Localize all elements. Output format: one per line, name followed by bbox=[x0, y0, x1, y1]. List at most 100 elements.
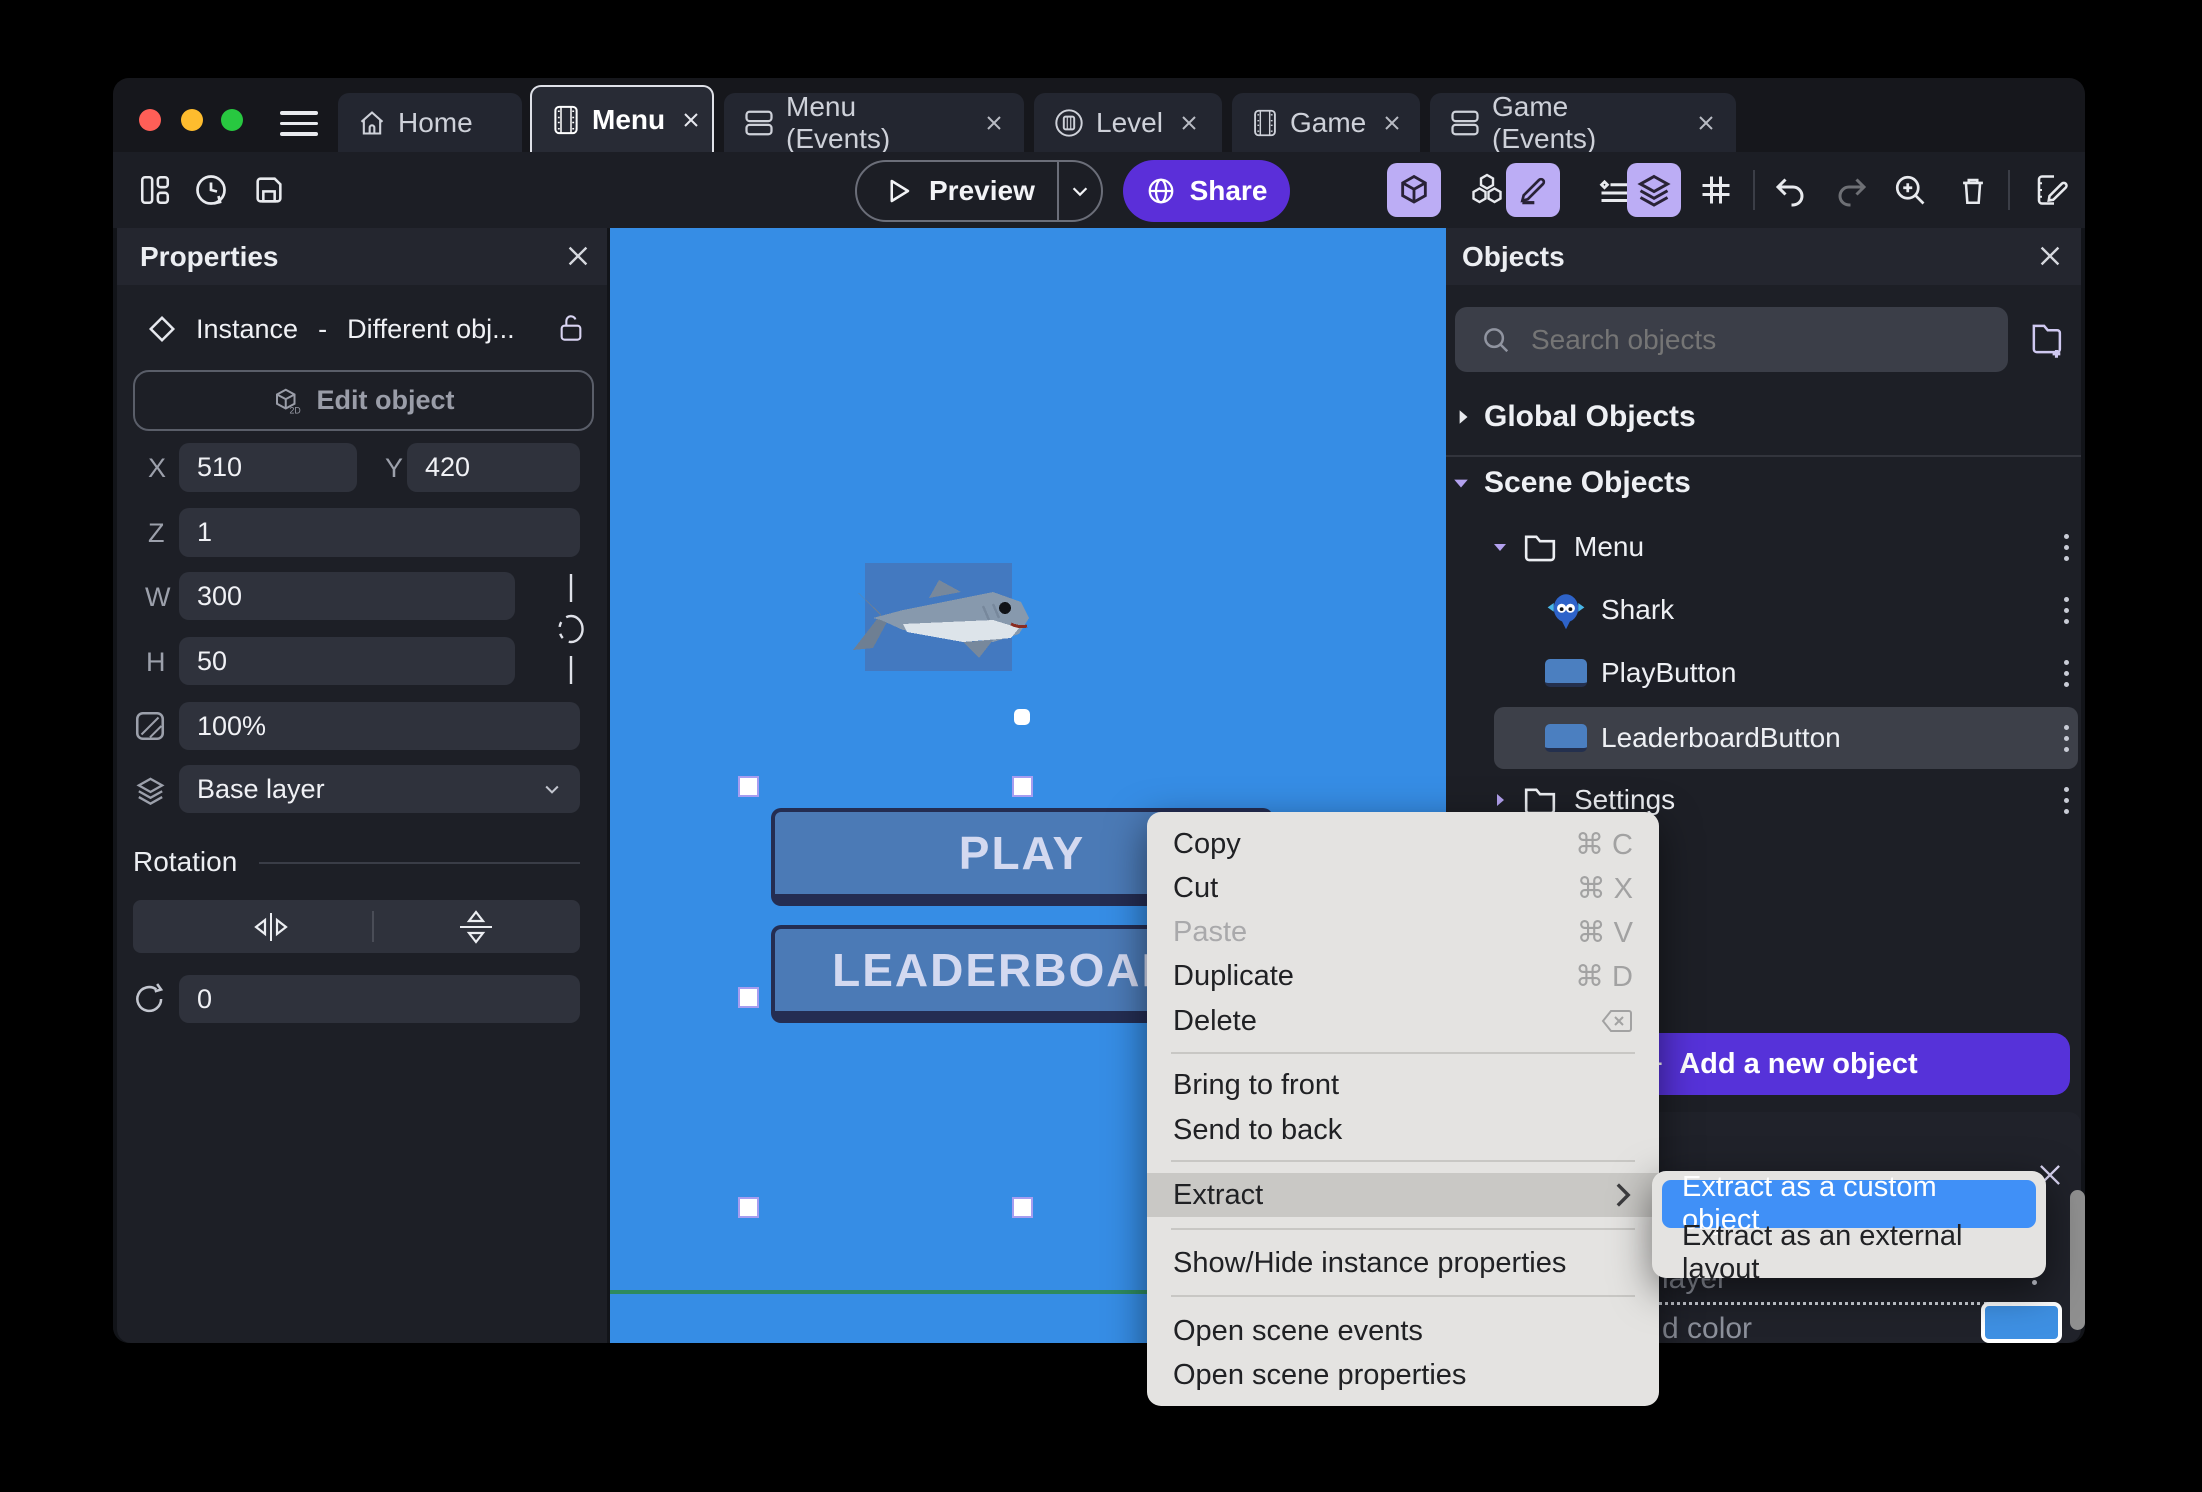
menu-item-copy[interactable]: Copy ⌘ C bbox=[1147, 822, 1659, 866]
tab-game-events[interactable]: Game (Events) bbox=[1430, 91, 1736, 154]
delete-button[interactable] bbox=[1955, 172, 1991, 208]
kebab-menu-icon[interactable] bbox=[2064, 533, 2069, 561]
close-window-button[interactable] bbox=[139, 109, 161, 131]
objects-close-button[interactable] bbox=[2035, 241, 2065, 271]
background-color-swatch[interactable] bbox=[1981, 1302, 2062, 1343]
flip-horizontal-icon[interactable] bbox=[251, 911, 291, 943]
tab-label: Menu (Events) bbox=[786, 90, 891, 154]
objects-title: Objects bbox=[1462, 240, 1565, 272]
preview-button[interactable]: Preview bbox=[855, 160, 1103, 222]
zoom-in-button[interactable] bbox=[1892, 172, 1928, 208]
kebab-menu-icon[interactable] bbox=[2064, 724, 2069, 752]
edit-scene-properties-button[interactable] bbox=[2033, 172, 2069, 208]
tab-menu[interactable]: Menu bbox=[530, 85, 714, 152]
menu-item-duplicate[interactable]: Duplicate ⌘ D bbox=[1147, 954, 1659, 998]
menu-item-send-to-back[interactable]: Send to back bbox=[1147, 1108, 1659, 1152]
undo-icon bbox=[1775, 178, 1804, 207]
h-field[interactable] bbox=[179, 637, 515, 685]
submenu-item-extract-external-layout[interactable]: Extract as an external layout bbox=[1662, 1220, 2036, 1285]
button-object-icon bbox=[1545, 659, 1587, 687]
menu-item-bring-to-front[interactable]: Bring to front bbox=[1147, 1063, 1659, 1107]
search-input[interactable] bbox=[1529, 322, 2008, 357]
link-dimensions-icon[interactable] bbox=[547, 572, 587, 686]
rotation-section-title: Rotation bbox=[133, 846, 238, 877]
tab-close-icon[interactable] bbox=[1696, 113, 1716, 133]
menu-item-delete[interactable]: Delete bbox=[1147, 999, 1659, 1043]
edit-object-button[interactable]: 2D Edit object bbox=[133, 370, 594, 431]
layers-panel-toggle[interactable] bbox=[1627, 163, 1681, 217]
undo-button[interactable] bbox=[1772, 172, 1808, 208]
panels-layout-button[interactable] bbox=[137, 172, 173, 208]
properties-panel: Properties Instance - Different obj... 2… bbox=[117, 228, 607, 1343]
save-button[interactable] bbox=[251, 172, 287, 208]
tab-close-icon[interactable] bbox=[1382, 113, 1402, 133]
shark-sprite[interactable] bbox=[843, 558, 1033, 676]
selection-handle-bottom-center[interactable] bbox=[1012, 1197, 1033, 1218]
menu-separator bbox=[1171, 1228, 1635, 1230]
menu-item-extract[interactable]: Extract bbox=[1147, 1173, 1659, 1217]
preview-dropdown-button[interactable] bbox=[1059, 180, 1101, 202]
edit-mode-toggle[interactable] bbox=[1506, 163, 1560, 217]
layer-select[interactable]: Base layer bbox=[179, 765, 580, 813]
redo-button[interactable] bbox=[1834, 172, 1870, 208]
kebab-menu-icon[interactable] bbox=[2064, 659, 2069, 687]
tab-label: Menu bbox=[592, 103, 666, 135]
tab-home[interactable]: Home bbox=[338, 93, 522, 152]
scene-objects-row[interactable]: Scene Objects bbox=[1446, 452, 2081, 514]
unlock-icon[interactable] bbox=[557, 312, 585, 344]
3d-view-toggle[interactable] bbox=[1387, 163, 1441, 217]
tree-item-shark[interactable]: Shark bbox=[1446, 579, 2081, 641]
selection-handle-top-center[interactable] bbox=[1012, 776, 1033, 797]
flip-vertical-icon[interactable] bbox=[456, 910, 496, 944]
w-field[interactable] bbox=[179, 572, 515, 620]
tab-menu-events[interactable]: Menu (Events) bbox=[724, 90, 1024, 154]
selection-handle-top-left[interactable] bbox=[738, 776, 759, 797]
tree-folder-menu[interactable]: Menu bbox=[1446, 516, 2081, 578]
scene-icon bbox=[554, 105, 578, 134]
rotation-field[interactable] bbox=[179, 975, 580, 1023]
menu-shortcut: ⌘ V bbox=[1576, 916, 1633, 949]
menu-item-label: Send to back bbox=[1173, 1113, 1343, 1146]
tab-game[interactable]: Game bbox=[1232, 93, 1420, 152]
selection-handle-middle-left[interactable] bbox=[738, 987, 759, 1008]
rotate-handle[interactable] bbox=[1014, 709, 1030, 725]
kebab-menu-icon[interactable] bbox=[2064, 596, 2069, 624]
grid-button[interactable] bbox=[1698, 172, 1734, 208]
menu-item-paste[interactable]: Paste ⌘ V bbox=[1147, 910, 1659, 954]
mini-panel-scrollbar[interactable] bbox=[2070, 1190, 2085, 1330]
zoom-window-button[interactable] bbox=[221, 109, 243, 131]
close-icon bbox=[568, 246, 588, 266]
selection-handle-bottom-left[interactable] bbox=[738, 1197, 759, 1218]
minimize-window-button[interactable] bbox=[181, 109, 203, 131]
tree-item-playbutton[interactable]: PlayButton bbox=[1446, 642, 2081, 704]
y-field[interactable] bbox=[407, 443, 580, 492]
caret-down-icon bbox=[1494, 544, 1506, 551]
menu-item-show-hide-instance-properties[interactable]: Show/Hide instance properties bbox=[1147, 1241, 1659, 1285]
menu-item-cut[interactable]: Cut ⌘ X bbox=[1147, 866, 1659, 910]
properties-close-button[interactable] bbox=[563, 241, 593, 271]
global-objects-row[interactable]: Global Objects bbox=[1446, 386, 2081, 448]
opacity-field[interactable] bbox=[179, 702, 580, 750]
close-icon bbox=[2040, 246, 2060, 266]
history-button[interactable] bbox=[193, 172, 229, 208]
context-menu: Copy ⌘ C Cut ⌘ X Paste ⌘ V Duplicate ⌘ D Del… bbox=[1147, 812, 1659, 1406]
kebab-menu-icon[interactable] bbox=[2064, 786, 2069, 814]
tree-item-leaderboardbutton[interactable]: LeaderboardButton bbox=[1446, 707, 2081, 769]
tab-close-icon[interactable] bbox=[984, 113, 1004, 133]
objects-blocks-button[interactable] bbox=[1469, 172, 1505, 208]
add-folder-icon[interactable] bbox=[2029, 320, 2067, 360]
svg-text:2D: 2D bbox=[290, 405, 301, 415]
x-field[interactable] bbox=[179, 443, 357, 492]
tab-level[interactable]: Level bbox=[1034, 93, 1222, 152]
menu-separator bbox=[1171, 1160, 1635, 1162]
titlebar: Home Menu Menu (Events) Level Game Game … bbox=[113, 78, 2085, 154]
z-field[interactable] bbox=[179, 508, 580, 557]
main-menu-icon[interactable] bbox=[280, 104, 318, 143]
caret-down-icon bbox=[1454, 479, 1468, 488]
tab-close-icon[interactable] bbox=[1179, 113, 1199, 133]
menu-item-open-scene-events[interactable]: Open scene events bbox=[1147, 1309, 1659, 1353]
menu-item-open-scene-properties[interactable]: Open scene properties bbox=[1147, 1353, 1659, 1397]
tab-close-icon[interactable] bbox=[681, 110, 701, 130]
add-new-object-label: Add a new object bbox=[1679, 1047, 1918, 1080]
share-button[interactable]: Share bbox=[1123, 160, 1290, 222]
